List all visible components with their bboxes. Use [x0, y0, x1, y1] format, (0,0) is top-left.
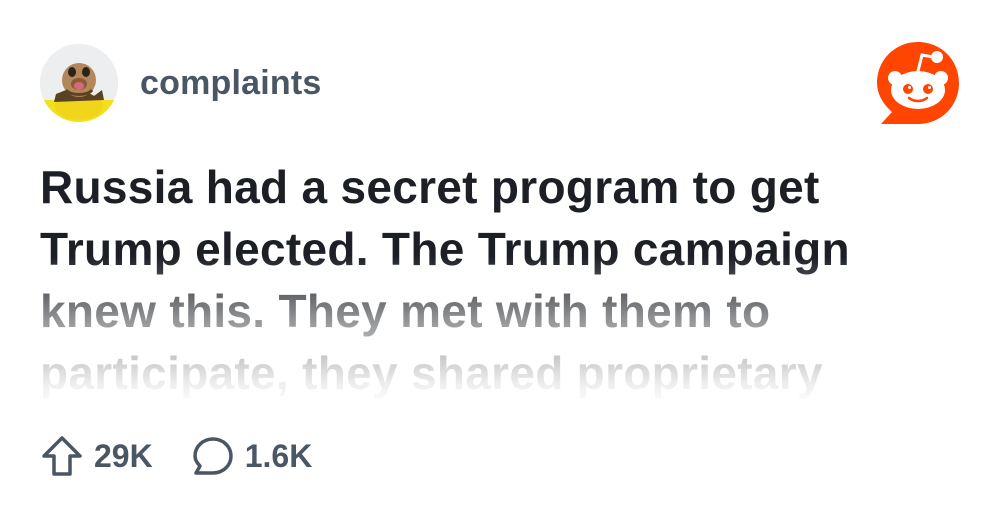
post-header: complaints — [40, 44, 321, 122]
subreddit-name[interactable]: complaints — [140, 64, 321, 103]
subreddit-avatar-icon[interactable] — [40, 44, 118, 122]
post-title-container[interactable]: Russia had a secret program to get Trump… — [40, 156, 960, 406]
post-title: Russia had a secret program to get Trump… — [40, 161, 850, 399]
upvote-arrow-icon — [40, 434, 84, 478]
reddit-logo-icon[interactable] — [873, 38, 963, 128]
comment-bubble-icon — [191, 434, 235, 478]
post-actions: 29K 1.6K — [40, 434, 350, 478]
post-card[interactable]: complaints Russia had a secret program t… — [0, 0, 1000, 521]
comment-count: 1.6K — [244, 437, 313, 474]
comments-button[interactable]: 1.6K — [191, 434, 313, 478]
upvote-count: 29K — [94, 437, 153, 474]
upvote-button[interactable]: 29K — [40, 434, 153, 478]
